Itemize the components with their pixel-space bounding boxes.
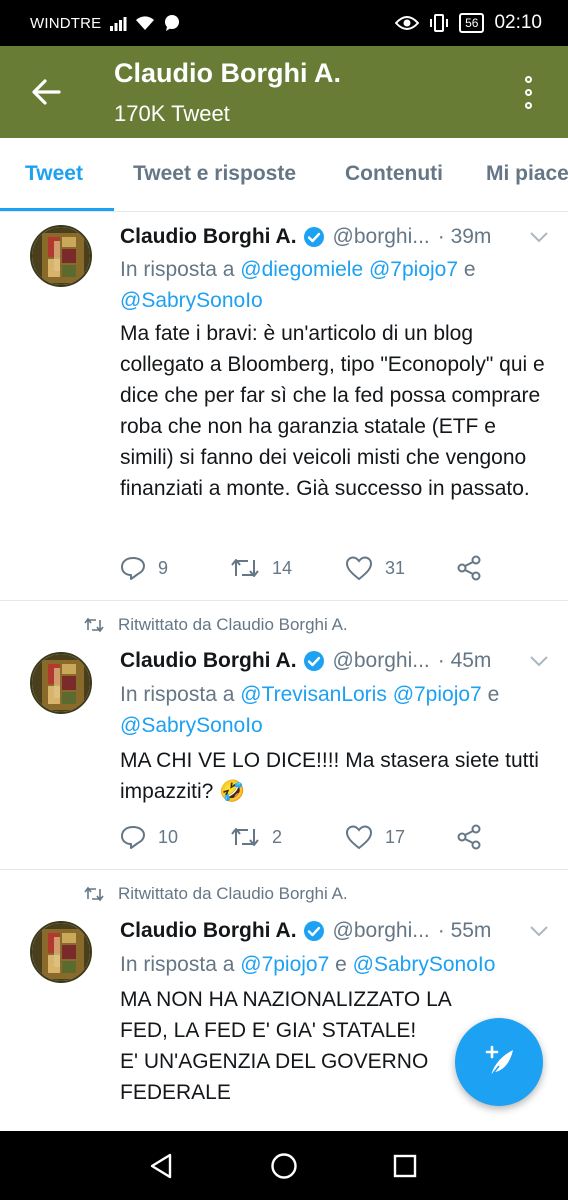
avatar[interactable] [30, 225, 92, 287]
reply-context: In risposta a @diegomiele @7piojo7 e @Sab… [120, 258, 476, 312]
tweet-count: 170K Tweet [114, 101, 230, 126]
avatar[interactable] [30, 921, 92, 983]
retweet-context: Ritwittato da Claudio Borghi A. [84, 615, 348, 635]
mention-link[interactable]: @SabrySonoIo [353, 953, 496, 976]
back-arrow-icon [32, 79, 61, 105]
author-handle: @borghi... [332, 919, 430, 942]
verified-badge-icon [303, 650, 325, 672]
retweet-small-icon [84, 886, 104, 902]
tweet-text: MA NON HA NAZIONALIZZATO LA FED, LA FED … [120, 988, 451, 1104]
author-name[interactable]: Claudio Borghi A. [120, 919, 297, 943]
reply-count: 10 [158, 826, 179, 847]
mention-link[interactable]: @diegomiele [240, 258, 363, 281]
author-handle: @borghi... [332, 649, 430, 672]
triangle-back-icon [150, 1153, 172, 1179]
tweet-actions: 9 14 31 [120, 553, 500, 583]
like-icon [345, 825, 373, 850]
tab-tweet[interactable]: Tweet [25, 162, 83, 186]
chevron-down-icon[interactable] [528, 650, 550, 678]
eye-icon [395, 16, 420, 30]
mention-link[interactable]: @SabrySonoIo [120, 714, 263, 737]
author-handle: @borghi... [332, 225, 430, 248]
reply-icon [121, 826, 145, 849]
tweet-text: MA CHI VE LO DICE!!!! Ma stasera siete t… [120, 749, 539, 803]
chevron-down-icon[interactable] [528, 226, 550, 254]
retweet-count: 14 [272, 557, 293, 578]
like-button[interactable]: 17 [345, 822, 405, 852]
like-count: 31 [385, 557, 406, 578]
like-count: 17 [385, 826, 406, 847]
verified-badge-icon [303, 226, 325, 248]
chevron-down-icon[interactable] [528, 920, 550, 948]
mention-link[interactable]: @7piojo7 [240, 953, 329, 976]
compose-button[interactable] [455, 1018, 543, 1106]
retweet-icon [231, 559, 259, 577]
reply-count: 9 [158, 557, 169, 578]
square-recents-icon [393, 1154, 417, 1178]
tweet-time: · 39m [437, 225, 492, 248]
tweet-time: · 55m [437, 919, 492, 942]
profile-title: Claudio Borghi A. [114, 58, 341, 88]
carrier-name: WINDTRE [30, 14, 102, 32]
tweet-card[interactable]: Claudio Borghi A. @borghi... · 39m In ri… [0, 212, 568, 600]
tweet-header: Claudio Borghi A. @borghi... · 45m [120, 646, 550, 676]
retweet-context: Ritwittato da Claudio Borghi A. [84, 884, 348, 904]
tweet-time: · 45m [437, 649, 492, 672]
message-icon [165, 15, 180, 31]
retweet-small-icon [84, 617, 104, 633]
mention-link[interactable]: @7piojo7 [369, 258, 458, 281]
app-header: Claudio Borghi A. 170K Tweet [0, 46, 568, 138]
profile-tabs: Tweet Tweet e risposte Contenuti Mi piac… [0, 138, 568, 212]
retweet-button[interactable]: 14 [230, 553, 292, 583]
like-icon [345, 556, 373, 581]
tab-mi-piace[interactable]: Mi piace [486, 162, 568, 186]
share-button[interactable] [456, 553, 482, 583]
retweet-button[interactable]: 2 [230, 822, 282, 852]
system-nav-bar [0, 1131, 568, 1200]
battery-indicator: 56 [459, 13, 485, 33]
retweet-count: 2 [272, 826, 283, 847]
reply-button[interactable]: 10 [120, 822, 178, 852]
tab-tweet-e-risposte[interactable]: Tweet e risposte [133, 162, 296, 186]
status-bar: WINDTRE 56 02:10 [0, 0, 568, 46]
tweet-card[interactable]: Ritwittato da Claudio Borghi A. Claudio … [0, 601, 568, 869]
mention-link[interactable]: @7piojo7 [393, 683, 482, 706]
share-button[interactable] [456, 822, 482, 852]
compose-icon [485, 1045, 513, 1077]
tweet-actions: 10 2 17 [120, 822, 500, 852]
tab-contenuti[interactable]: Contenuti [345, 162, 443, 186]
signal-icon [110, 17, 127, 31]
verified-badge-icon [303, 920, 325, 942]
reply-context: In risposta a @TrevisanLoris @7piojo7 e @… [120, 683, 500, 737]
share-icon [457, 824, 481, 850]
retweet-icon [231, 828, 259, 846]
avatar[interactable] [30, 652, 92, 714]
author-name[interactable]: Claudio Borghi A. [120, 225, 297, 249]
share-icon [457, 555, 481, 581]
nav-home-button[interactable] [269, 1151, 299, 1181]
mention-link[interactable]: @SabrySonoIo [120, 289, 263, 312]
vibrate-icon [430, 14, 449, 32]
nav-back-button[interactable] [146, 1151, 176, 1181]
circle-home-icon [271, 1153, 297, 1179]
wifi-icon [136, 16, 155, 30]
mention-link[interactable]: @TrevisanLoris [240, 683, 387, 706]
overflow-menu-icon[interactable] [516, 70, 540, 114]
back-button[interactable] [22, 68, 70, 116]
reply-button[interactable]: 9 [120, 553, 168, 583]
status-time: 02:10 [494, 12, 542, 33]
nav-recents-button[interactable] [390, 1151, 420, 1181]
tweet-header: Claudio Borghi A. @borghi... · 39m [120, 222, 550, 252]
like-button[interactable]: 31 [345, 553, 405, 583]
author-name[interactable]: Claudio Borghi A. [120, 649, 297, 673]
reply-context: In risposta a @7piojo7 e @SabrySonoIo [120, 953, 496, 976]
reply-icon [121, 557, 145, 580]
tweet-header: Claudio Borghi A. @borghi... · 55m [120, 916, 550, 946]
tweet-text: Ma fate i bravi: è un'articolo di un blo… [120, 322, 545, 500]
